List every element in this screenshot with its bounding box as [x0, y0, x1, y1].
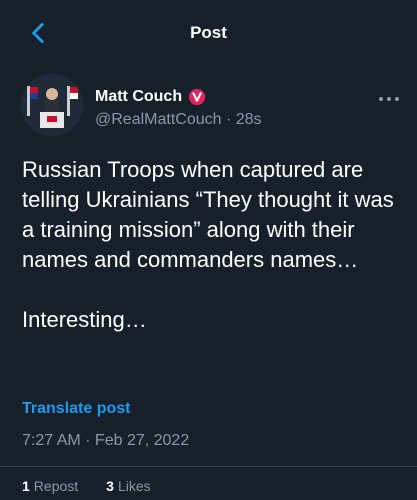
reposts-stat[interactable]: 1 Repost — [22, 478, 78, 494]
more-options-icon[interactable] — [378, 92, 400, 106]
reposts-count: 1 — [22, 478, 30, 494]
author-name-label: Matt Couch — [95, 88, 183, 105]
author-meta: @RealMattCouch · 28s — [95, 111, 262, 129]
likes-stat[interactable]: 3 Likes — [106, 478, 150, 494]
translate-post-link[interactable]: Translate post — [22, 400, 130, 418]
divider — [0, 466, 417, 467]
verified-badge-icon — [189, 88, 206, 106]
reposts-label: Repost — [33, 478, 79, 494]
author-name[interactable]: Matt Couch — [95, 88, 206, 106]
avatar[interactable] — [21, 74, 83, 136]
post-age: 28s — [235, 111, 262, 128]
likes-count: 3 — [106, 478, 114, 494]
page-title: Post — [190, 23, 227, 42]
meta-separator: · — [225, 111, 232, 128]
likes-label: Likes — [117, 478, 151, 494]
engagement-stats: 1 Repost 3 Likes — [22, 478, 179, 494]
avatar-photo-icon — [21, 74, 83, 136]
author-handle[interactable]: @RealMattCouch — [95, 111, 222, 128]
top-bar: Post — [0, 0, 417, 64]
post-text: Russian Troops when captured are telling… — [22, 157, 394, 332]
post-timestamp[interactable]: 7:27 AM · Feb 27, 2022 — [22, 432, 189, 450]
